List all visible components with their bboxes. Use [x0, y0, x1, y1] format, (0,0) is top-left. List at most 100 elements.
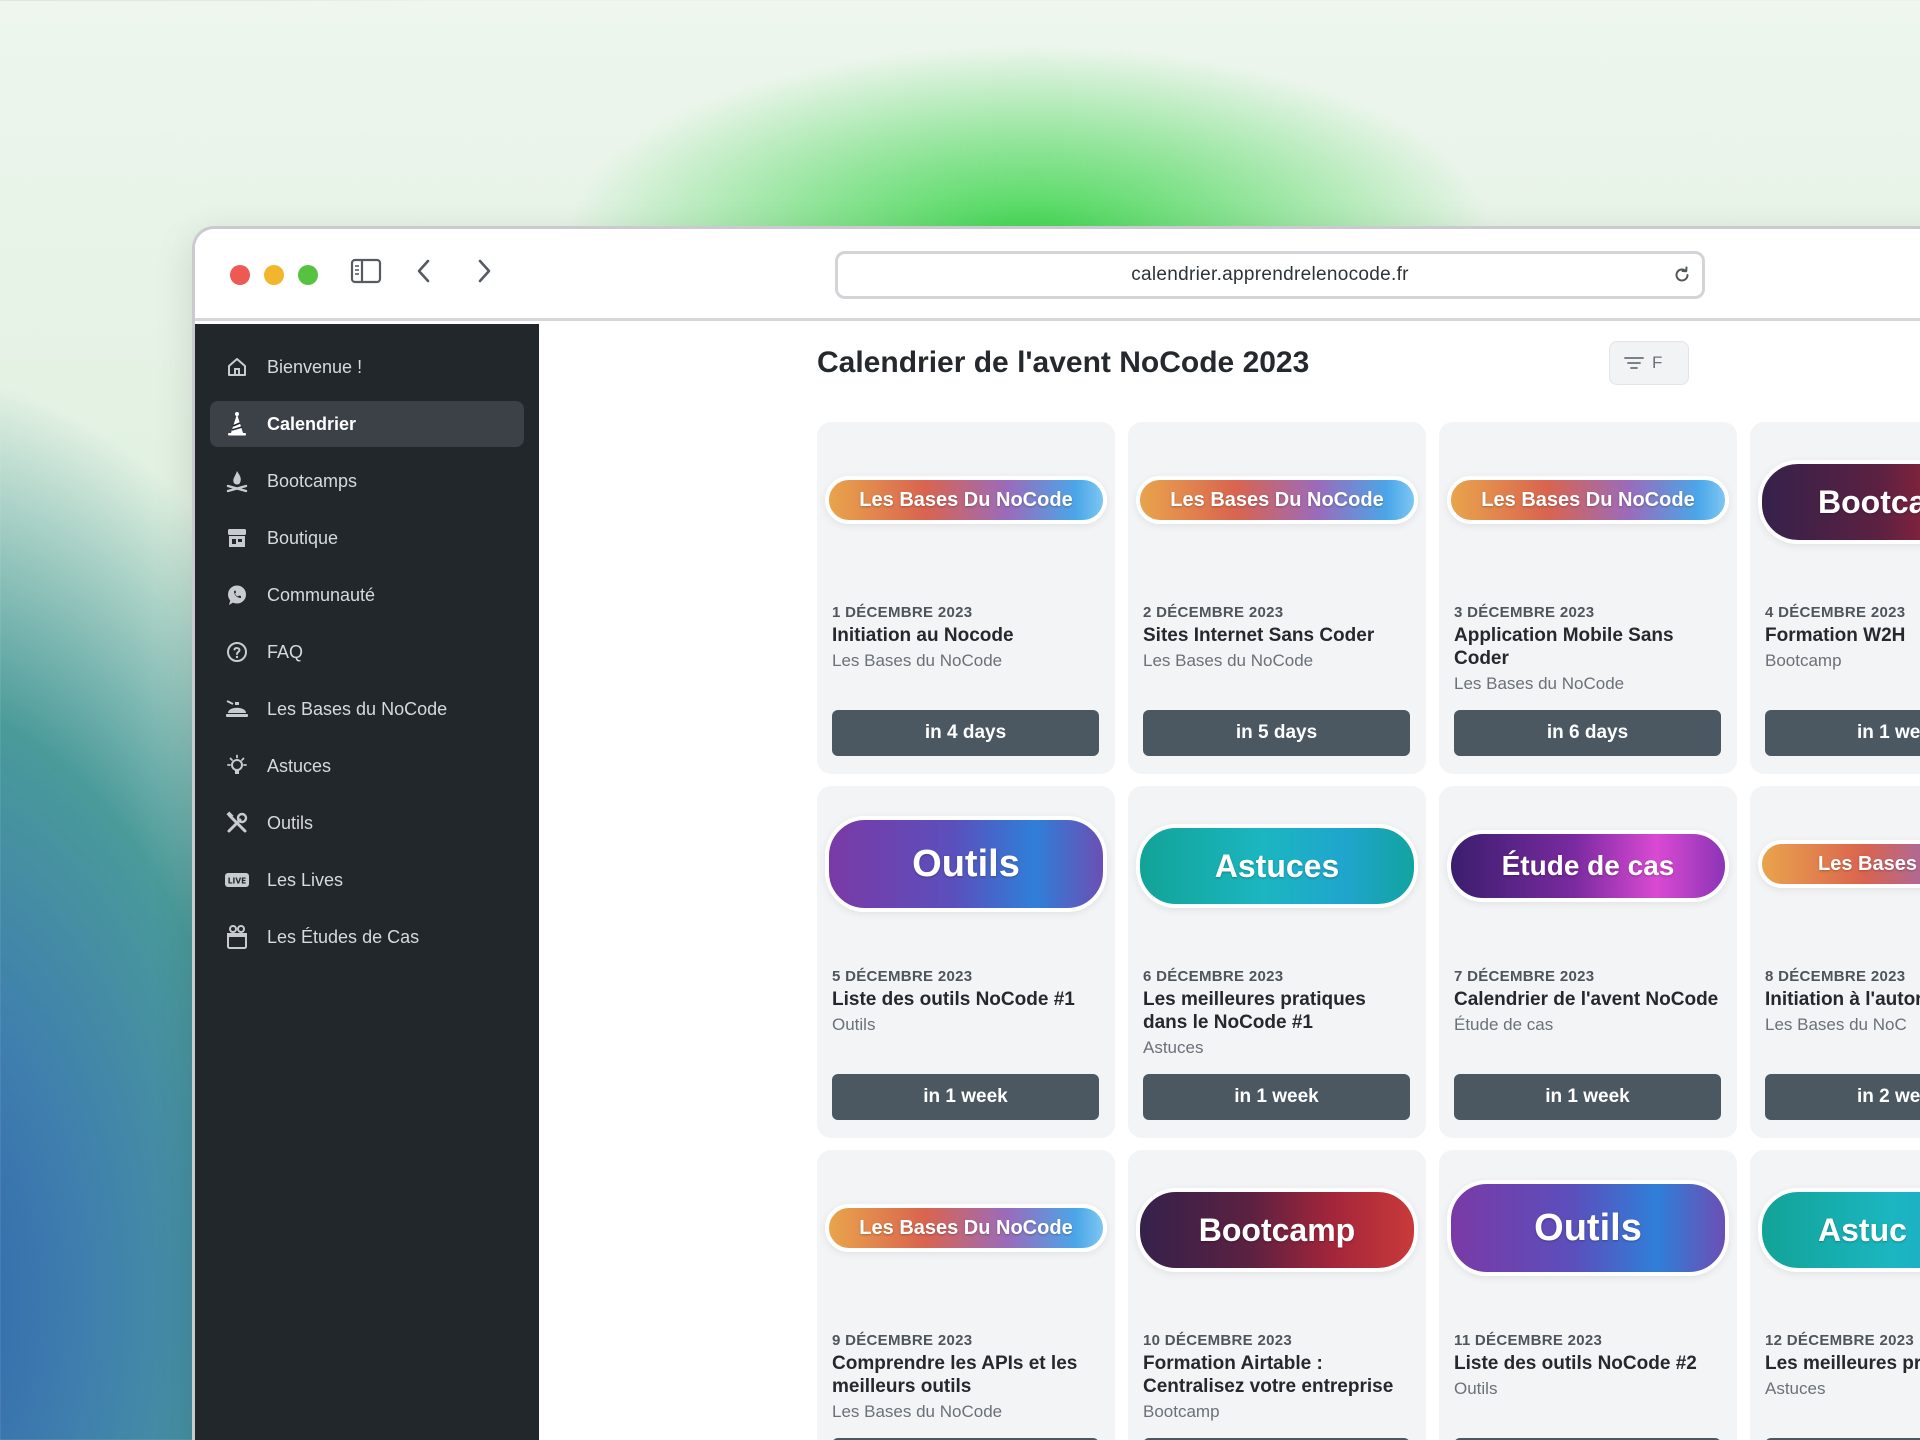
- campfire-icon: [224, 468, 250, 494]
- sidebar-toggle-icon[interactable]: [350, 257, 382, 290]
- page-content: Bienvenue ! Calendrier Bootcamps Boutique Co…: [195, 324, 1920, 1440]
- tools-icon: [224, 810, 250, 836]
- card-category: Étude de cas: [1454, 1015, 1554, 1034]
- sidebar-item-label: Les Lives: [267, 869, 344, 890]
- card-date: 10 DÉCEMBRE 2023: [1143, 1332, 1293, 1349]
- category-badge: Bootca: [1758, 460, 1920, 544]
- close-window-button[interactable]: [230, 265, 250, 285]
- countdown-button[interactable]: in 1 we: [1765, 710, 1920, 756]
- calendar-card[interactable]: Outils 5 DÉCEMBRE 2023 Liste des outils No…: [817, 786, 1115, 1138]
- sidebar-item-les-lives[interactable]: LIVE Les Lives: [210, 857, 524, 903]
- browser-titlebar: calendrier.apprendrelenocode.fr: [195, 229, 1920, 321]
- party-hat-icon: [224, 411, 250, 437]
- sidebar-item-bienvenue[interactable]: Bienvenue !: [210, 344, 524, 390]
- sidebar-item-communauté[interactable]: Communauté: [210, 572, 524, 618]
- card-date: 8 DÉCEMBRE 2023: [1765, 968, 1906, 985]
- calendar-card[interactable]: Les Bases Du NoCode 1 DÉCEMBRE 2023 Initia…: [817, 422, 1115, 774]
- calendar-card[interactable]: Bootca 4 DÉCEMBRE 2023 Formation W2H Bootca…: [1750, 422, 1920, 774]
- sidebar-item-bootcamps[interactable]: Bootcamps: [210, 458, 524, 504]
- sidebar-item-outils[interactable]: Outils: [210, 800, 524, 846]
- calendar-card[interactable]: Outils 11 DÉCEMBRE 2023 Liste des outils N…: [1439, 1150, 1737, 1440]
- live-icon: LIVE: [224, 867, 250, 893]
- reload-icon[interactable]: [1672, 265, 1692, 291]
- card-category: Outils: [1454, 1379, 1498, 1398]
- filter-label: F: [1652, 353, 1663, 372]
- lightbulb-icon: [224, 753, 250, 779]
- sidebar-item-label: Outils: [267, 812, 314, 833]
- question-icon: [224, 639, 250, 665]
- home-icon: [224, 354, 250, 380]
- countdown-button[interactable]: in 4 days: [832, 710, 1099, 756]
- sidebar-item-label: Communauté: [267, 584, 376, 605]
- back-chevron-icon[interactable]: [413, 257, 435, 290]
- sidebar-item-label: Boutique: [267, 527, 339, 548]
- calendar-card[interactable]: Les Bases Du NoCode 3 DÉCEMBRE 2023 Applic…: [1439, 422, 1737, 774]
- calendar-card[interactable]: Étude de cas 7 DÉCEMBRE 2023 Calendrier de…: [1439, 786, 1737, 1138]
- card-category: Les Bases du NoCode: [832, 651, 1003, 670]
- svg-text:LIVE: LIVE: [228, 877, 247, 886]
- countdown-button[interactable]: in 1 week: [1143, 1074, 1410, 1120]
- card-category: Bootcamp: [1765, 651, 1842, 670]
- sidebar-item-label: Bootcamps: [267, 470, 358, 491]
- card-category: Bootcamp: [1143, 1402, 1220, 1421]
- sidebar-item-label: Bienvenue !: [267, 356, 363, 377]
- card-date: 3 DÉCEMBRE 2023: [1454, 604, 1595, 621]
- sidebar: Bienvenue ! Calendrier Bootcamps Boutique Co…: [195, 324, 539, 1440]
- sidebar-item-label: Les Bases du NoCode: [267, 698, 448, 719]
- category-badge: Outils: [1447, 1180, 1729, 1276]
- minimize-window-button[interactable]: [264, 265, 284, 285]
- sidebar-item-faq[interactable]: FAQ: [210, 629, 524, 675]
- card-title-block: Liste des outils NoCode #2 Outils: [1454, 1352, 1726, 1400]
- calendar-card[interactable]: Les Bases Du 8 DÉCEMBRE 2023 Initiation à …: [1750, 786, 1920, 1138]
- card-category: Les Bases du NoCode: [1454, 674, 1625, 693]
- card-title-block: Les meilleures pratiques dans le NoCode …: [1143, 988, 1415, 1059]
- filter-button[interactable]: F: [1609, 341, 1689, 385]
- calendar-card[interactable]: Bootcamp 10 DÉCEMBRE 2023 Formation Airtab…: [1128, 1150, 1426, 1440]
- calendar-card[interactable]: Les Bases Du NoCode 9 DÉCEMBRE 2023 Compre…: [817, 1150, 1115, 1440]
- countdown-button[interactable]: in 5 days: [1143, 710, 1410, 756]
- countdown-button[interactable]: in 1 week: [832, 1074, 1099, 1120]
- card-title: Formation W2H: [1765, 625, 1906, 646]
- calendar-card[interactable]: Astuc 12 DÉCEMBRE 2023 Les meilleures pr d…: [1750, 1150, 1920, 1440]
- card-title-block: Initiation à l'autor Les Bases du NoC: [1765, 988, 1920, 1036]
- card-date: 5 DÉCEMBRE 2023: [832, 968, 973, 985]
- card-title: Calendrier de l'avent NoCode: [1454, 989, 1719, 1010]
- bell-service-icon: [224, 696, 250, 722]
- card-title-block: Application Mobile Sans Coder Les Bases d…: [1454, 624, 1726, 695]
- sidebar-item-les-bases-du-nocode[interactable]: Les Bases du NoCode: [210, 686, 524, 732]
- card-title-block: Comprendre les APIs et les meilleurs out…: [832, 1352, 1104, 1423]
- sidebar-item-astuces[interactable]: Astuces: [210, 743, 524, 789]
- maximize-window-button[interactable]: [298, 265, 318, 285]
- forward-chevron-icon[interactable]: [473, 257, 495, 290]
- sidebar-item-label: Calendrier: [267, 413, 357, 434]
- sidebar-item-calendrier[interactable]: Calendrier: [210, 401, 524, 447]
- sidebar-item-label: FAQ: [267, 641, 304, 662]
- sidebar-item-label: Les Études de Cas: [267, 926, 420, 947]
- card-category: Les Bases du NoCode: [1143, 651, 1314, 670]
- card-title-block: Les meilleures pr dans le NoCode # Astuce…: [1765, 1352, 1920, 1400]
- countdown-button[interactable]: in 1 week: [1454, 1074, 1721, 1120]
- countdown-button[interactable]: in 6 days: [1454, 710, 1721, 756]
- countdown-button[interactable]: in 2 wee: [1765, 1074, 1920, 1120]
- category-badge: Les Bases Du: [1758, 840, 1920, 888]
- calendar-card[interactable]: Les Bases Du NoCode 2 DÉCEMBRE 2023 Sites …: [1128, 422, 1426, 774]
- card-title-block: Initiation au Nocode Les Bases du NoCode: [832, 624, 1104, 672]
- card-title: Application Mobile Sans Coder: [1454, 625, 1674, 669]
- category-badge: Astuces: [1136, 824, 1418, 908]
- card-title: Initiation à l'autor: [1765, 989, 1920, 1010]
- whatsapp-icon: [224, 582, 250, 608]
- card-title-block: Formation W2H Bootcamp: [1765, 624, 1920, 672]
- card-category: Les Bases du NoCode: [832, 1402, 1003, 1421]
- category-badge: Les Bases Du NoCode: [825, 1204, 1107, 1252]
- sidebar-item-les-études-de-cas[interactable]: Les Études de Cas: [210, 914, 524, 960]
- browser-window: calendrier.apprendrelenocode.fr Bienvenu…: [192, 226, 1920, 1440]
- main-area: Calendrier de l'avent NoCode 2023 F Les …: [539, 324, 1920, 1440]
- sidebar-item-boutique[interactable]: Boutique: [210, 515, 524, 561]
- card-title: Liste des outils NoCode #2: [1454, 1353, 1697, 1374]
- card-title-block: Formation Airtable : Centralisez votre e…: [1143, 1352, 1415, 1423]
- filter-icon: [1624, 355, 1644, 371]
- card-date: 4 DÉCEMBRE 2023: [1765, 604, 1906, 621]
- address-bar[interactable]: calendrier.apprendrelenocode.fr: [835, 251, 1705, 299]
- calendar-card[interactable]: Astuces 6 DÉCEMBRE 2023 Les meilleures pra…: [1128, 786, 1426, 1138]
- page-title: Calendrier de l'avent NoCode 2023: [817, 346, 1310, 379]
